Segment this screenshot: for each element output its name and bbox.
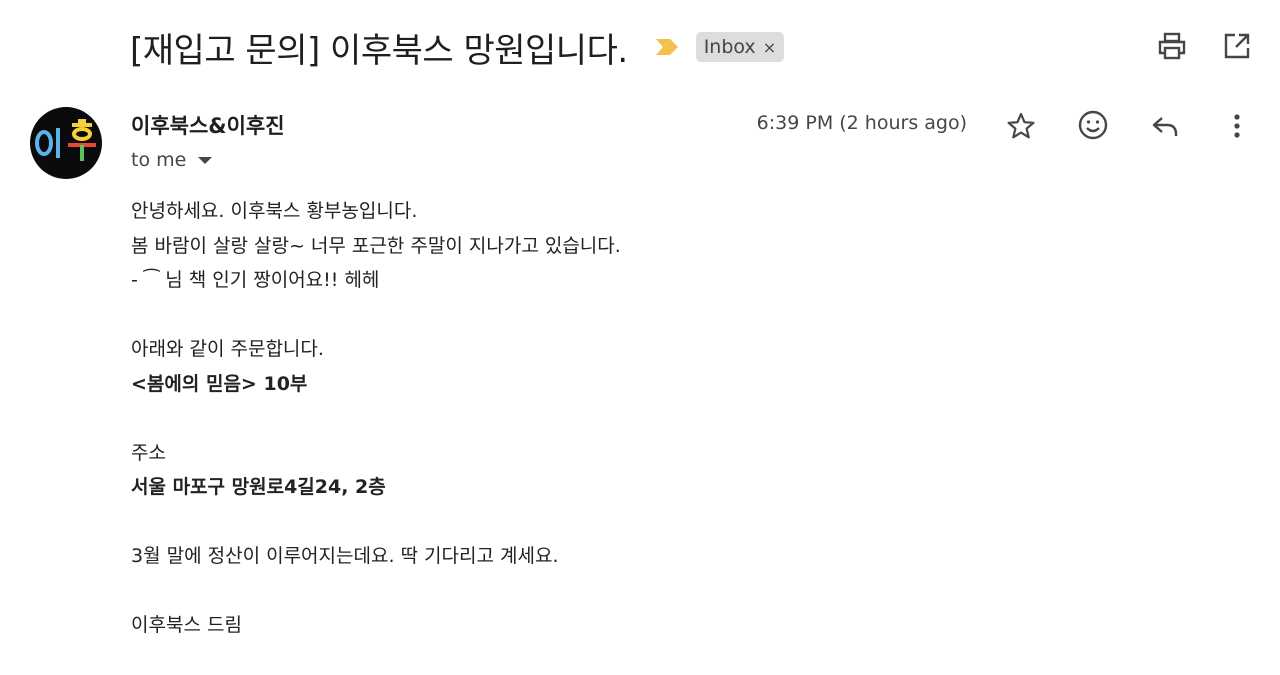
chevron-down-icon bbox=[198, 156, 213, 164]
remove-label-button[interactable]: × bbox=[763, 38, 776, 57]
signature: 이후북스 드림 bbox=[131, 614, 242, 636]
star-icon[interactable] bbox=[1005, 110, 1037, 142]
subject-row: [재입고 문의] 이후북스 망원입니다. Inbox × bbox=[130, 22, 785, 72]
body-line: ‐ ⁀ 님 책 인기 짱이어요!! 헤헤 bbox=[131, 269, 380, 291]
label-chip-text: Inbox bbox=[703, 36, 756, 58]
label-chip-inbox: Inbox × bbox=[695, 32, 785, 62]
email-timestamp: 6:39 PM (2 hours ago) bbox=[756, 112, 967, 134]
importance-marker-icon[interactable] bbox=[654, 35, 680, 59]
recipient-text: to me bbox=[131, 149, 187, 171]
email-view: [재입고 문의] 이후북스 망원입니다. Inbox × 이후북스&이후진 to… bbox=[0, 0, 1280, 675]
open-in-new-window-icon[interactable] bbox=[1221, 30, 1253, 62]
address-value: 서울 마포구 망원로4길24, 2층 bbox=[131, 476, 386, 498]
avatar[interactable] bbox=[30, 107, 102, 179]
order-line: <봄에의 믿음> 10부 bbox=[131, 372, 308, 395]
more-vert-icon[interactable] bbox=[1221, 110, 1253, 142]
recipient-details-toggle[interactable]: to me bbox=[131, 149, 213, 171]
reply-icon[interactable] bbox=[1149, 110, 1181, 142]
body-line: 봄 바람이 살랑 살랑~ 너무 포근한 주말이 지나가고 있습니다. bbox=[131, 234, 621, 257]
body-line: 아래와 같이 주문합니다. bbox=[131, 338, 324, 360]
body-line: 안녕하세요. 이후북스 황부농입니다. bbox=[131, 200, 418, 222]
email-subject: [재입고 문의] 이후북스 망원입니다. bbox=[130, 30, 628, 71]
sender-name[interactable]: 이후북스&이후진 bbox=[131, 110, 285, 140]
address-label: 주소 bbox=[131, 441, 166, 464]
print-icon[interactable] bbox=[1156, 30, 1188, 62]
body-line: 3월 말에 정산이 이루어지는데요. 딱 기다리고 계세요. bbox=[131, 545, 559, 567]
emoji-reaction-icon[interactable] bbox=[1077, 109, 1109, 141]
email-body: 안녕하세요. 이후북스 황부농입니다. 봄 바람이 살랑 살랑~ 너무 포근한 … bbox=[131, 194, 1231, 643]
